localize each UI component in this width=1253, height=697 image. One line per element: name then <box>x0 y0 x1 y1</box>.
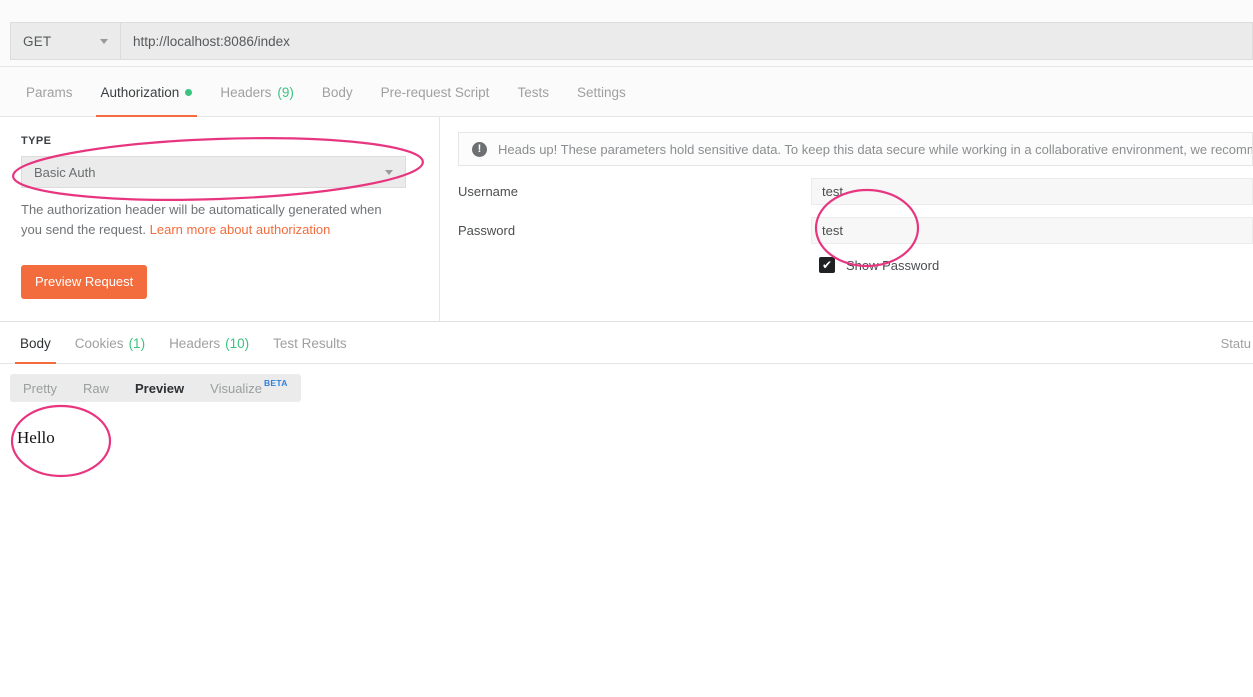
postman-window: GET http://localhost:8086/index Params A… <box>0 0 1253 697</box>
annotation-ellipse-response-body <box>10 404 112 478</box>
annotation-overlay <box>10 137 920 478</box>
annotation-ellipse-auth-type <box>12 137 424 201</box>
annotation-ellipse-credentials <box>814 188 920 268</box>
